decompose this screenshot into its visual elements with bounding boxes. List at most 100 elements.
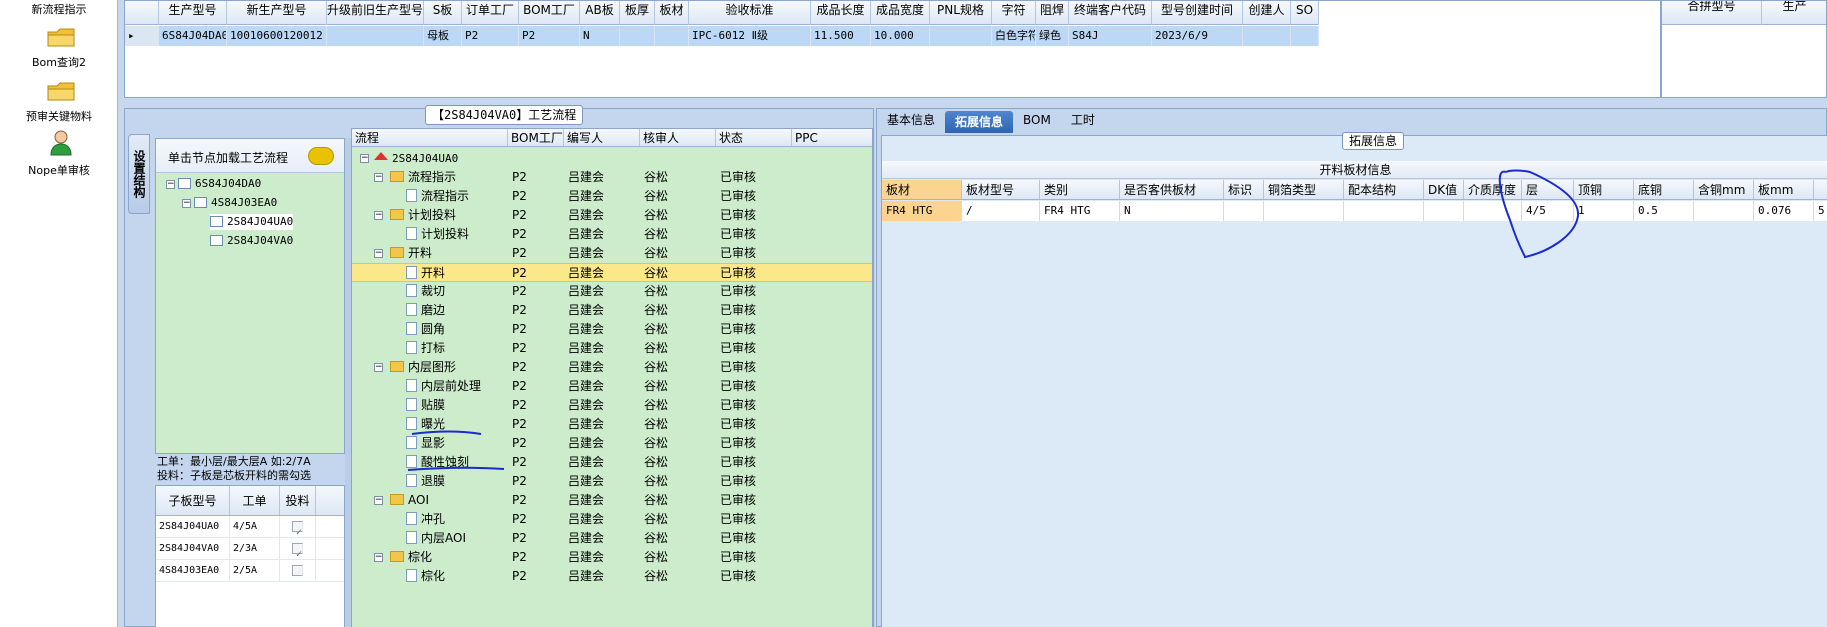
column-header[interactable]: 流程 <box>352 129 508 146</box>
column-header[interactable]: S板 <box>424 1 462 25</box>
nav-item-nope-review[interactable]: Nope单审核 <box>0 162 118 178</box>
table-row[interactable]: 2S84J04VA0 2/3A ✓ <box>156 538 344 560</box>
column-header[interactable]: 终端客户代码 <box>1069 1 1152 25</box>
table-row[interactable]: ▸ 6S84J04DA0 10010600120012 母板 P2 P2 N IPC-6012… <box>125 26 1319 46</box>
column-header[interactable]: 字符 <box>992 1 1036 25</box>
column-header[interactable]: 成品长度 <box>811 1 871 25</box>
collapse-toggle[interactable]: − <box>166 180 175 189</box>
column-header[interactable]: 顶铜 <box>1574 180 1634 199</box>
flow-row[interactable]: 内层AOI P2 吕建会 谷松 已审核 <box>352 529 872 548</box>
flow-row[interactable]: 显影 P2 吕建会 谷松 已审核 <box>352 434 872 453</box>
column-header[interactable]: 铜箔类型 <box>1264 180 1344 199</box>
column-header[interactable]: 合拼型号 <box>1662 1 1762 25</box>
column-header[interactable]: PPC <box>792 129 872 146</box>
flow-row[interactable]: − 内层图形 P2 吕建会 谷松 已审核 <box>352 358 872 377</box>
tree-node-selected[interactable]: 2S84J04UA0 <box>210 214 294 230</box>
user-icon[interactable] <box>46 128 76 156</box>
flow-row[interactable]: − AOI P2 吕建会 谷松 已审核 <box>352 491 872 510</box>
flow-row[interactable]: 内层前处理 P2 吕建会 谷松 已审核 <box>352 377 872 396</box>
column-header[interactable]: 板材型号 <box>962 180 1040 199</box>
column-header[interactable]: 标识 <box>1224 180 1264 199</box>
table-row[interactable]: 4S84J03EA0 2/5A <box>156 560 344 582</box>
feed-checkbox[interactable]: ✓ <box>292 543 303 560</box>
table-row[interactable]: 2S84J04UA0 4/5A ✓ <box>156 516 344 538</box>
folder-icon[interactable] <box>46 26 76 48</box>
column-header[interactable]: 板材 <box>655 1 689 25</box>
column-header[interactable]: 板材 <box>882 180 962 199</box>
column-header[interactable]: 生产型号 <box>159 1 227 25</box>
column-header[interactable]: 板厚 <box>620 1 655 25</box>
column-header[interactable]: 编写人 <box>564 129 640 146</box>
column-header[interactable]: 含铜mm <box>1694 180 1754 199</box>
collapse-toggle[interactable]: − <box>374 496 383 505</box>
column-header[interactable]: 创建人 <box>1243 1 1291 25</box>
column-header[interactable]: 工单 <box>230 486 280 515</box>
collapse-toggle[interactable]: − <box>374 553 383 562</box>
detail-tab[interactable]: BOM <box>1013 109 1061 133</box>
column-header[interactable]: 投料 <box>280 486 316 515</box>
collapse-toggle[interactable]: − <box>360 154 369 163</box>
flow-row[interactable]: 冲孔 P2 吕建会 谷松 已审核 <box>352 510 872 529</box>
column-header[interactable]: 层 <box>1522 180 1574 199</box>
flow-row[interactable]: 曝光 P2 吕建会 谷松 已审核 <box>352 415 872 434</box>
column-header[interactable]: 配本结构 <box>1344 180 1424 199</box>
column-header[interactable]: 底铜 <box>1634 180 1694 199</box>
nav-item-pre-review[interactable]: 预审关键物料 <box>0 108 118 124</box>
flow-row[interactable]: 退膜 P2 吕建会 谷松 已审核 <box>352 472 872 491</box>
table-row[interactable]: FR4 HTG / FR4 HTG N 4/5 1 0.5 0.076 5 <box>882 201 1827 221</box>
column-header[interactable]: DK值 <box>1424 180 1464 199</box>
column-header[interactable]: PNL规格 <box>930 1 992 25</box>
feed-checkbox[interactable]: ✓ <box>292 521 303 538</box>
column-header[interactable]: 生产 <box>1762 1 1826 25</box>
flow-row[interactable]: − 棕化 P2 吕建会 谷松 已审核 <box>352 548 872 567</box>
tree-node[interactable]: 6S84J04DA0 <box>178 176 261 192</box>
column-header[interactable]: 型号创建时间 <box>1152 1 1243 25</box>
collapse-toggle[interactable]: − <box>374 363 383 372</box>
column-header[interactable]: 板mm <box>1754 180 1814 199</box>
flow-row[interactable]: − 开料 P2 吕建会 谷松 已审核 <box>352 244 872 263</box>
flow-row[interactable]: 打标 P2 吕建会 谷松 已审核 <box>352 339 872 358</box>
collapse-toggle[interactable]: − <box>374 173 383 182</box>
column-header[interactable] <box>1814 180 1827 199</box>
nav-item-new-process[interactable]: 新流程指示 <box>0 1 118 17</box>
column-header[interactable]: 阻焊 <box>1036 1 1069 25</box>
column-header[interactable]: 升级前旧生产型号 <box>327 1 424 25</box>
column-header[interactable]: 成品宽度 <box>871 1 930 25</box>
flow-row[interactable]: 开料 P2 吕建会 谷松 已审核 <box>352 263 872 282</box>
nav-item-bom-query[interactable]: Bom查询2 <box>0 54 118 70</box>
column-header[interactable]: 验收标准 <box>689 1 811 25</box>
flow-row[interactable]: 圆角 P2 吕建会 谷松 已审核 <box>352 320 872 339</box>
flow-root-row[interactable]: − 2S84J04UA0 <box>352 149 872 168</box>
collapse-toggle[interactable]: − <box>374 211 383 220</box>
flow-row[interactable]: 棕化 P2 吕建会 谷松 已审核 <box>352 567 872 586</box>
column-header[interactable]: 是否客供板材 <box>1120 180 1224 199</box>
tree-node[interactable]: 4S84J03EA0 <box>194 195 277 211</box>
column-header[interactable]: 状态 <box>716 129 792 146</box>
flow-row[interactable]: 裁切 P2 吕建会 谷松 已审核 <box>352 282 872 301</box>
detail-tab[interactable]: 拓展信息 <box>945 111 1014 133</box>
folder-icon[interactable] <box>46 80 76 102</box>
tree-node[interactable]: 2S84J04VA0 <box>210 233 293 249</box>
column-header[interactable]: 新生产型号 <box>227 1 327 25</box>
flow-row[interactable]: 贴膜 P2 吕建会 谷松 已审核 <box>352 396 872 415</box>
feed-checkbox[interactable] <box>292 565 303 576</box>
flow-row[interactable]: − 计划投料 P2 吕建会 谷松 已审核 <box>352 206 872 225</box>
collapse-toggle[interactable]: − <box>182 199 191 208</box>
column-header[interactable]: SO <box>1291 1 1319 25</box>
flow-row[interactable]: − 流程指示 P2 吕建会 谷松 已审核 <box>352 168 872 187</box>
flow-row[interactable]: 流程指示 P2 吕建会 谷松 已审核 <box>352 187 872 206</box>
column-header[interactable]: 核审人 <box>640 129 716 146</box>
collapse-toggle[interactable]: − <box>374 249 383 258</box>
flow-row[interactable]: 磨边 P2 吕建会 谷松 已审核 <box>352 301 872 320</box>
flow-row[interactable]: 酸性蚀刻 P2 吕建会 谷松 已审核 <box>352 453 872 472</box>
structure-vertical-tab[interactable]: 设置结构 <box>128 134 150 214</box>
column-header[interactable]: BOM工厂 <box>519 1 580 25</box>
detail-tab[interactable]: 基本信息 <box>877 109 945 133</box>
flow-row[interactable]: 计划投料 P2 吕建会 谷松 已审核 <box>352 225 872 244</box>
column-header[interactable]: BOM工厂 <box>508 129 564 146</box>
column-header[interactable]: AB板 <box>580 1 620 25</box>
column-header[interactable]: 子板型号 <box>156 486 230 515</box>
column-header[interactable]: 介质厚度 <box>1464 180 1522 199</box>
column-header[interactable]: 订单工厂 <box>462 1 519 25</box>
column-header[interactable]: 类别 <box>1040 180 1120 199</box>
